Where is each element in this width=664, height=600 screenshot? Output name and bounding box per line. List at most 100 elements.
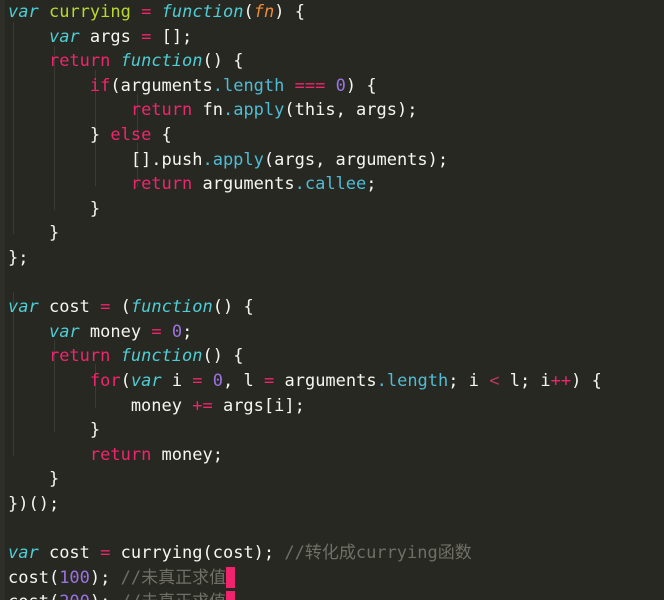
token-plain: } [8, 223, 60, 244]
code-line[interactable]: return fn.apply(this, args); [0, 98, 664, 123]
code-line[interactable]: }; [0, 246, 664, 271]
token-plain: []; [151, 26, 193, 47]
code-line[interactable]: var currying = function(fn) { [0, 0, 664, 25]
token-num: 0 [212, 370, 224, 391]
code-line[interactable]: } else { [0, 123, 664, 148]
token-op: += [192, 395, 213, 416]
token-storage: function [120, 346, 203, 367]
token-plain: ) { [571, 370, 602, 391]
code-line[interactable] [0, 516, 664, 541]
code-line[interactable]: var args = []; [0, 25, 664, 50]
comment-highlight-block [226, 566, 236, 588]
code-line[interactable]: return arguments.callee; [0, 172, 664, 197]
token-plain: (arguments [110, 75, 213, 96]
token-plain: money [79, 321, 152, 342]
code-line[interactable]: } [0, 197, 664, 222]
code-line[interactable]: } [0, 418, 664, 443]
code-line[interactable]: var money = 0; [0, 320, 664, 345]
token-storage: var [48, 321, 80, 342]
token-storage: function [161, 2, 244, 22]
token-plain: } [8, 124, 111, 145]
code-line[interactable]: } [0, 467, 664, 492]
token-num: 200 [59, 592, 90, 600]
token-storage: var [8, 2, 39, 22]
token-plain: money [8, 395, 193, 416]
token-plain: [].push [8, 149, 203, 170]
code-content[interactable]: var currying = function(fn) { var args =… [0, 0, 664, 600]
token-storage: var [130, 370, 162, 391]
code-line[interactable]: return function() { [0, 344, 664, 369]
code-line[interactable] [0, 271, 664, 296]
token-comment: //未真正求值 [120, 567, 227, 588]
token-plain: (this, args); [284, 100, 418, 121]
token-op: = [192, 370, 203, 391]
token-plain: } [8, 469, 60, 490]
token-plain: l; i [499, 370, 551, 391]
token-plain: currying(cost); [110, 543, 285, 564]
code-line[interactable]: money += args[i]; [0, 394, 664, 419]
code-line[interactable]: var cost = currying(cost); //转化成currying… [0, 541, 664, 566]
token-plain: { [151, 124, 172, 145]
token-plain: (args, arguments); [263, 149, 449, 170]
token-plain: args [79, 26, 142, 47]
token-prop: .length [212, 75, 285, 96]
token-prop: .apply [202, 149, 264, 170]
token-op: = [100, 297, 111, 318]
token-plain: arguments [274, 370, 377, 391]
token-op: = [151, 321, 162, 342]
token-plain: ; [366, 174, 377, 195]
token-plain: () { [202, 51, 244, 72]
token-plain: cost [38, 543, 101, 564]
token-op-dim: < [489, 370, 500, 391]
token-num: 0 [335, 75, 346, 96]
token-plain: cost( [8, 592, 59, 600]
token-kw: return [89, 444, 152, 465]
token-plain: cost [38, 297, 101, 318]
token-plain: }; [8, 247, 29, 268]
code-line[interactable]: var cost = (function() { [0, 295, 664, 320]
code-line[interactable]: cost(200); //未真正求值 [0, 590, 664, 600]
code-line[interactable]: cost(100); //未真正求值 [0, 566, 664, 591]
code-editor[interactable]: var currying = function(fn) { var args =… [0, 0, 664, 600]
code-line[interactable]: })(); [0, 492, 664, 517]
token-plain: i [161, 370, 193, 391]
token-num: 0 [171, 321, 183, 342]
token-plain: } [8, 420, 101, 441]
token-plain: ) { [274, 2, 305, 22]
token-storage: var [8, 543, 39, 564]
token-plain: cost( [8, 567, 60, 588]
code-line[interactable]: } [0, 221, 664, 246]
token-plain: ( [120, 370, 131, 391]
token-storage: function [130, 297, 213, 318]
token-kw: return [130, 174, 193, 195]
token-plain: ; [182, 321, 193, 342]
token-kw: return [48, 346, 111, 367]
token-plain: })(); [8, 493, 60, 514]
token-fnname: currying [48, 2, 131, 22]
token-kw: else [110, 124, 152, 145]
token-plain: , l [223, 370, 264, 391]
token-op: = [100, 543, 111, 564]
token-plain: () { [202, 346, 244, 367]
token-plain: ; i [448, 370, 490, 391]
token-op: = [264, 370, 275, 391]
code-line[interactable]: return function() { [0, 49, 664, 74]
token-plain: ( [110, 297, 131, 318]
code-line[interactable]: return money; [0, 443, 664, 468]
code-line[interactable]: if(arguments.length === 0) { [0, 74, 664, 99]
code-line[interactable]: for(var i = 0, l = arguments.length; i <… [0, 369, 664, 394]
code-line[interactable]: [].push.apply(args, arguments); [0, 148, 664, 173]
